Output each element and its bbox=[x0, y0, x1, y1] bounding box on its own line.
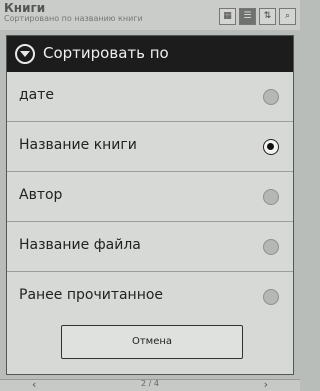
sort-option-recently-read[interactable]: Ранее прочитанное bbox=[7, 272, 293, 322]
sort-dialog: Сортировать по дате Название книги Автор… bbox=[6, 35, 294, 375]
search-icon[interactable]: ⌕ bbox=[279, 8, 296, 25]
page-indicator: 2 / 4 bbox=[141, 379, 159, 388]
radio-button[interactable] bbox=[263, 239, 279, 255]
grid-view-icon[interactable]: ▦ bbox=[219, 8, 236, 25]
dialog-header: Сортировать по bbox=[7, 36, 293, 72]
sort-option-date[interactable]: дате bbox=[7, 72, 293, 122]
option-label: Название книги bbox=[19, 137, 137, 153]
option-label: Название файла bbox=[19, 237, 141, 253]
chevron-right-icon[interactable]: › bbox=[264, 378, 268, 391]
cancel-button[interactable]: Отмена bbox=[61, 325, 243, 359]
option-label: Автор bbox=[19, 187, 63, 203]
page-title: Книги bbox=[4, 1, 46, 15]
page-subtitle: Сортировано по названию книги bbox=[4, 14, 143, 23]
option-label: Ранее прочитанное bbox=[19, 287, 164, 303]
sort-option-file-name[interactable]: Название файла bbox=[7, 222, 293, 272]
sort-options: дате Название книги Автор Название файла… bbox=[7, 72, 293, 322]
dialog-title: Сортировать по bbox=[43, 44, 169, 62]
sort-option-author[interactable]: Автор bbox=[7, 172, 293, 222]
sort-option-book-title[interactable]: Название книги bbox=[7, 122, 293, 172]
collapse-icon[interactable] bbox=[15, 44, 35, 64]
option-label: дате bbox=[19, 87, 55, 103]
list-view-icon[interactable]: ☰ bbox=[239, 8, 256, 25]
app-header: Книги Сортировано по названию книги ▦ ☰ … bbox=[0, 0, 300, 30]
sort-icon[interactable]: ⇅ bbox=[259, 8, 276, 25]
radio-button-selected[interactable] bbox=[263, 139, 279, 155]
toolbar: ▦ ☰ ⇅ ⌕ bbox=[219, 8, 296, 25]
pagination-bar: ‹ 2 / 4 › bbox=[0, 378, 300, 391]
radio-button[interactable] bbox=[263, 289, 279, 305]
radio-button[interactable] bbox=[263, 89, 279, 105]
radio-button[interactable] bbox=[263, 189, 279, 205]
